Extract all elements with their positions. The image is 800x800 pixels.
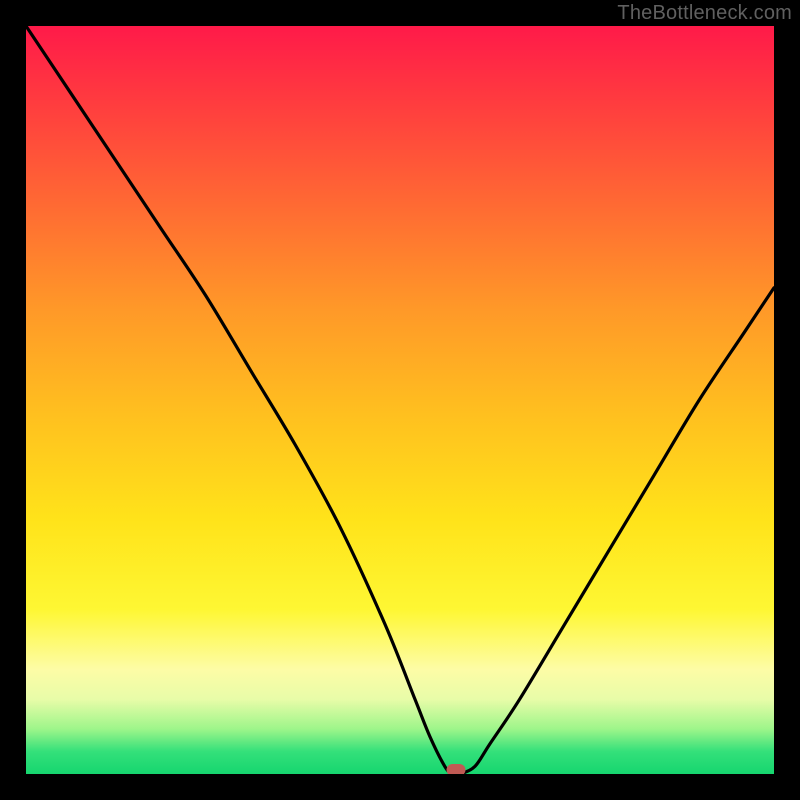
bottleneck-curve	[26, 26, 774, 774]
chart-frame: TheBottleneck.com	[0, 0, 800, 800]
watermark-text: TheBottleneck.com	[617, 2, 792, 25]
optimal-point-marker	[447, 764, 466, 774]
plot-area	[26, 26, 774, 774]
